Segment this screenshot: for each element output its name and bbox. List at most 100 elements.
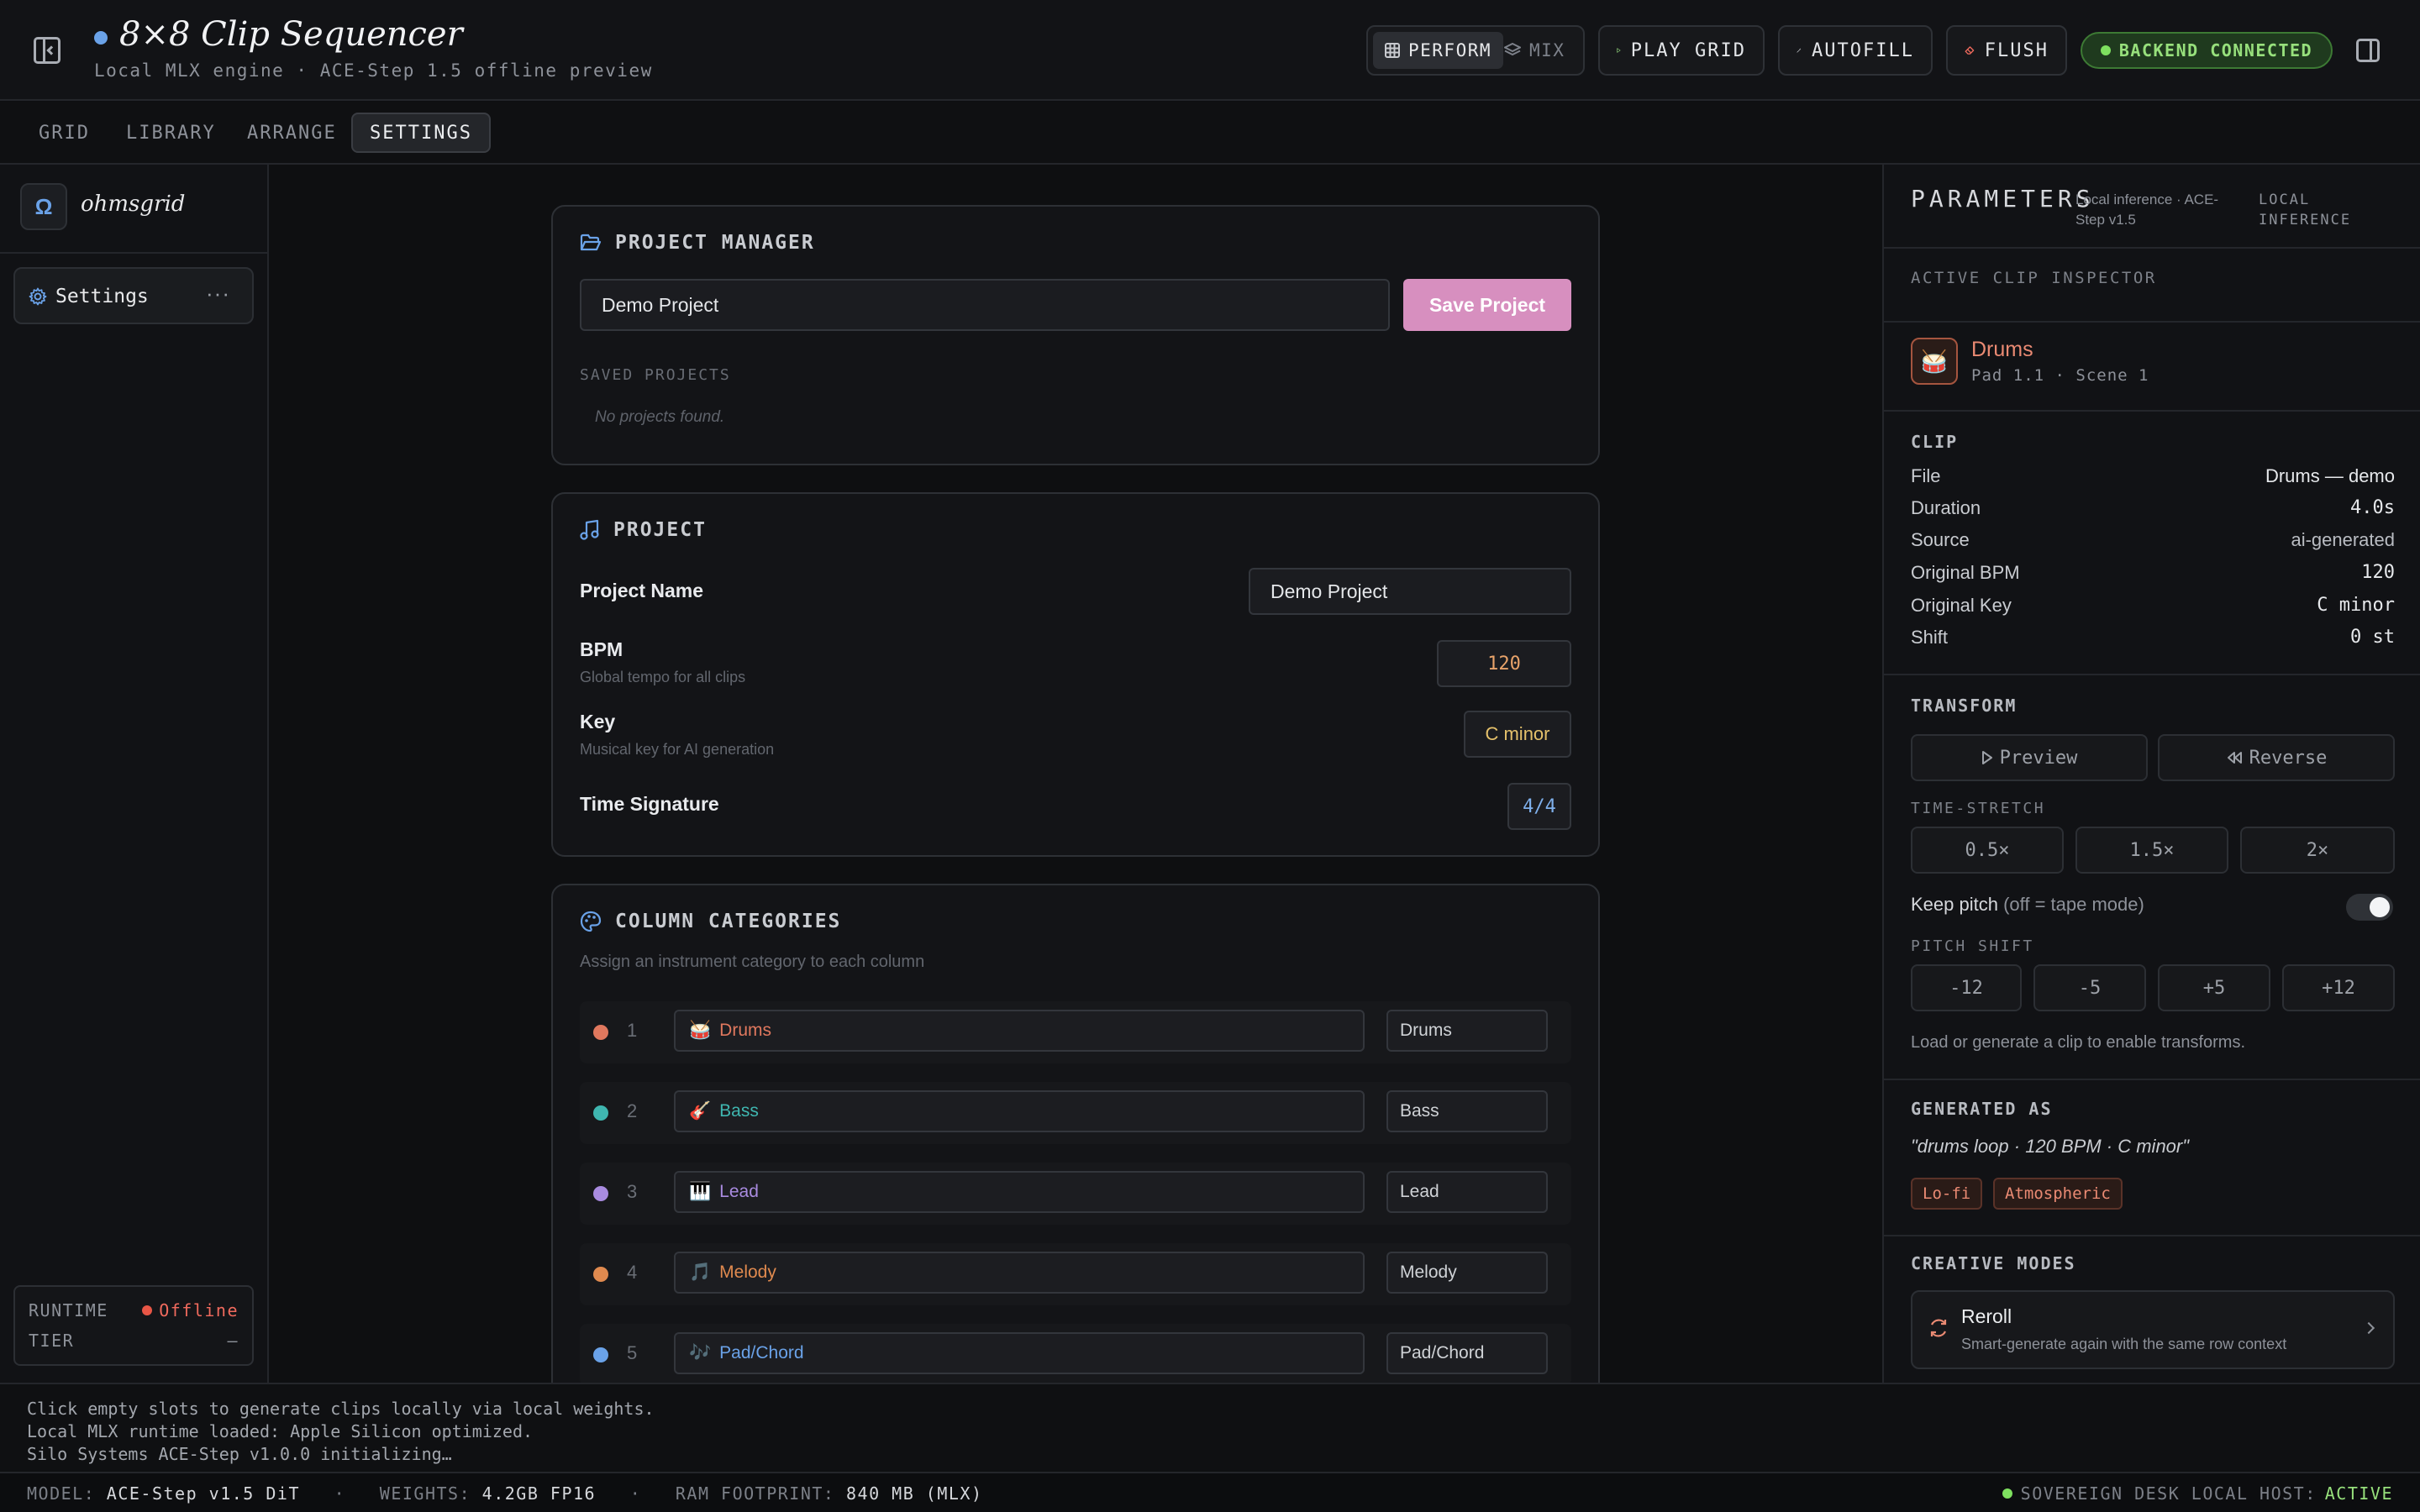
sidebar-item-settings[interactable]: Settings ··· bbox=[13, 267, 254, 324]
stretch-1-5-button[interactable]: 1.5× bbox=[2075, 827, 2228, 874]
category-name-text: Pad/Chord bbox=[719, 1343, 804, 1362]
column-categories-card: COLUMN CATEGORIES Assign an instrument c… bbox=[551, 884, 1600, 1404]
category-select[interactable]: Bass bbox=[1386, 1090, 1548, 1132]
app-subtitle: Local MLX engine · ACE-Step 1.5 offline … bbox=[94, 60, 653, 81]
tag-chip: Atmospheric bbox=[1993, 1178, 2123, 1210]
console-line: Silo Systems ACE-Step v1.0.0 initializin… bbox=[27, 1444, 452, 1464]
play-grid-button[interactable]: PLAY GRID bbox=[1598, 25, 1765, 76]
app-title: 8×8 Clip Sequencer bbox=[119, 15, 463, 54]
category-color-dot bbox=[593, 1105, 608, 1121]
reverse-button[interactable]: Reverse bbox=[2158, 734, 2395, 781]
keep-pitch-note: (off = tape mode) bbox=[2003, 894, 2144, 915]
category-number: 4 bbox=[627, 1262, 638, 1283]
save-project-button[interactable]: Save Project bbox=[1403, 279, 1571, 331]
field-key: Original BPM bbox=[1911, 562, 2020, 583]
model-label: MODEL: bbox=[27, 1483, 96, 1504]
field-value: Drums — demo bbox=[2265, 465, 2395, 486]
category-name-input[interactable]: 🥁 Drums bbox=[674, 1010, 1365, 1052]
category-name-input[interactable]: 🎹 Lead bbox=[674, 1171, 1365, 1213]
ram-label: RAM FOOTPRINT: bbox=[675, 1483, 835, 1504]
refresh-icon bbox=[1930, 1319, 1947, 1337]
keep-pitch-label: Keep pitch (off = tape mode) bbox=[1911, 894, 2144, 916]
category-select[interactable]: Lead bbox=[1386, 1171, 1548, 1213]
clip-field-row: Original Key C minor bbox=[1911, 595, 2395, 623]
panel-toggle-icon[interactable] bbox=[2356, 39, 2380, 62]
mode-mix-button[interactable]: MIX bbox=[1492, 32, 1576, 69]
reverse-label: Reverse bbox=[2249, 747, 2328, 769]
parameters-subtitle: Local inference · ACE-Step v1.5 bbox=[2075, 192, 2219, 228]
category-name-text: Melody bbox=[719, 1263, 776, 1282]
more-options-icon[interactable]: ··· bbox=[206, 281, 230, 307]
creative-modes-title: CREATIVE MODES bbox=[1911, 1253, 2076, 1273]
parameters-title: PARAMETERS bbox=[1911, 185, 2095, 213]
category-number: 1 bbox=[627, 1020, 638, 1041]
category-name-input[interactable]: 🎸 Bass bbox=[674, 1090, 1365, 1132]
panel-divider bbox=[1884, 674, 2420, 675]
category-row: 2 🎸 Bass Bass bbox=[580, 1082, 1571, 1144]
clip-field-row: Source ai-generated bbox=[1911, 529, 2395, 558]
parameters-mode: LOCAL INFERENCE bbox=[2259, 192, 2352, 228]
tab-settings[interactable]: SETTINGS bbox=[351, 113, 491, 153]
clip-name: Drums bbox=[1971, 338, 2033, 361]
pitch-minus-5-button[interactable]: -5 bbox=[2033, 964, 2146, 1011]
tab-arrange[interactable]: ARRANGE bbox=[230, 113, 354, 153]
keep-pitch-text: Keep pitch bbox=[1911, 894, 1998, 915]
stretch-0-5-button[interactable]: 0.5× bbox=[1911, 827, 2064, 874]
console-line: Click empty slots to generate clips loca… bbox=[27, 1399, 655, 1419]
pitch-plus-12-button[interactable]: +12 bbox=[2282, 964, 2395, 1011]
preview-button[interactable]: Preview bbox=[1911, 734, 2148, 781]
category-name-input[interactable]: 🎵 Melody bbox=[674, 1252, 1365, 1294]
preview-label: Preview bbox=[1999, 747, 2078, 769]
autofill-button[interactable]: AUTOFILL bbox=[1778, 25, 1933, 76]
music-notes-icon: 🎶 bbox=[689, 1343, 712, 1362]
keep-pitch-toggle[interactable] bbox=[2346, 894, 2393, 921]
no-projects-text: No projects found. bbox=[595, 408, 725, 426]
separator: · bbox=[334, 1483, 346, 1504]
project-title: PROJECT bbox=[613, 519, 707, 541]
weights-value: 4.2GB FP16 bbox=[481, 1483, 597, 1504]
sidebar-item-label: Settings bbox=[55, 286, 149, 307]
time-signature-label: Time Signature bbox=[580, 793, 719, 815]
tab-grid[interactable]: GRID bbox=[22, 113, 107, 153]
clip-field-row: Shift 0 st bbox=[1911, 627, 2395, 655]
category-number: 5 bbox=[627, 1342, 638, 1363]
pitch-minus-12-button[interactable]: -12 bbox=[1911, 964, 2022, 1011]
play-grid-label: PLAY GRID bbox=[1630, 39, 1746, 61]
category-select[interactable]: Melody bbox=[1386, 1252, 1548, 1294]
console-line: Local MLX runtime loaded: Apple Silicon … bbox=[27, 1421, 534, 1441]
reroll-title: Reroll bbox=[1961, 1305, 2012, 1327]
tag-chip: Lo-fi bbox=[1911, 1178, 1983, 1210]
category-color-dot bbox=[593, 1267, 608, 1282]
project-name-label: Project Name bbox=[580, 580, 704, 601]
clip-meta: Pad 1.1 · Scene 1 bbox=[1971, 366, 2149, 385]
panel-divider bbox=[1884, 410, 2420, 412]
field-value: C minor bbox=[2317, 595, 2395, 616]
runtime-value-text: Offline bbox=[159, 1300, 239, 1320]
category-name-input[interactable]: 🎶 Pad/Chord bbox=[674, 1332, 1365, 1374]
category-name-text: Drums bbox=[719, 1021, 771, 1040]
category-select[interactable]: Pad/Chord bbox=[1386, 1332, 1548, 1374]
flush-button[interactable]: FLUSH bbox=[1946, 25, 2067, 76]
sidebar-toggle-icon[interactable] bbox=[34, 37, 60, 64]
host-active-dot bbox=[2002, 1488, 2012, 1499]
guitar-icon: 🎸 bbox=[689, 1101, 712, 1121]
field-key: Source bbox=[1911, 529, 1970, 550]
categories-title: COLUMN CATEGORIES bbox=[615, 911, 842, 932]
runtime-row: RUNTIME Offline bbox=[29, 1300, 239, 1324]
category-select[interactable]: Drums bbox=[1386, 1010, 1548, 1052]
generated-as-title: GENERATED AS bbox=[1911, 1099, 2053, 1119]
mode-perform-button[interactable]: PERFORM bbox=[1373, 32, 1504, 69]
runtime-value: Offline bbox=[142, 1300, 239, 1320]
play-icon bbox=[1981, 751, 1992, 764]
time-signature-select[interactable]: 4/4 bbox=[1507, 783, 1571, 830]
bpm-input[interactable]: 120 bbox=[1437, 640, 1571, 687]
pitch-plus-5-button[interactable]: +5 bbox=[2158, 964, 2270, 1011]
field-key: File bbox=[1911, 465, 1941, 486]
stretch-2-button[interactable]: 2× bbox=[2240, 827, 2395, 874]
key-select[interactable]: C minor bbox=[1464, 711, 1571, 758]
project-name-field[interactable]: Demo Project bbox=[1249, 568, 1571, 615]
tab-library[interactable]: LIBRARY bbox=[109, 113, 233, 153]
reroll-card[interactable]: Reroll Smart-generate again with the sam… bbox=[1911, 1290, 2395, 1369]
project-name-input[interactable]: Demo Project bbox=[580, 279, 1390, 331]
category-row: 3 🎹 Lead Lead bbox=[580, 1163, 1571, 1225]
